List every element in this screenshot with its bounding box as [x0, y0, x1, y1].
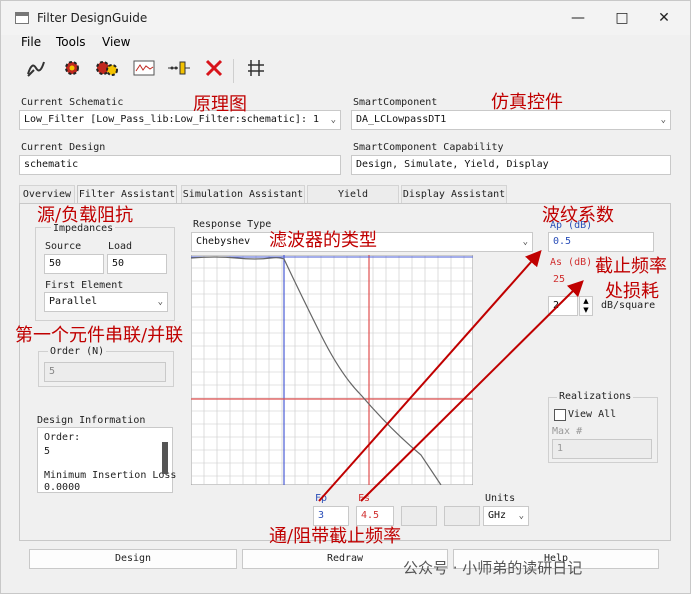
units-value: GHz: [488, 510, 507, 521]
slope-spinner[interactable]: ▲ ▼: [579, 296, 593, 316]
toolbar-separator: [233, 59, 234, 83]
first-element-label: First Element: [45, 280, 124, 291]
as-value[interactable]: 25: [553, 274, 565, 285]
toolbar: [1, 55, 690, 87]
first-element-value: Parallel: [49, 296, 98, 307]
slope-input[interactable]: 2: [548, 296, 578, 316]
layout-icon[interactable]: [243, 57, 269, 83]
tab-display-assistant[interactable]: Display Assistant: [401, 185, 507, 203]
view-all-label: View All: [568, 409, 617, 420]
window-title: Filter DesignGuide: [37, 11, 148, 25]
response-plot-icon[interactable]: [131, 57, 157, 83]
source-input[interactable]: 50: [44, 254, 104, 274]
menu-view[interactable]: View: [102, 35, 130, 49]
response-type-label: Response Type: [193, 219, 272, 230]
design-info-box: Order: 5 Minimum Insertion Loss 0.0000: [37, 427, 177, 493]
max-field: 1: [552, 439, 652, 459]
max-label: Max #: [552, 426, 583, 437]
current-design-label: Current Design: [21, 142, 106, 153]
annotation-filter-type: 滤波器的类型: [269, 230, 377, 251]
as-label: As (dB): [550, 257, 593, 268]
minimize-icon[interactable]: —: [555, 5, 601, 31]
design-info-line: 0.0000: [44, 482, 81, 493]
design-button[interactable]: Design: [29, 549, 237, 569]
response-plot: [191, 255, 473, 485]
units-select[interactable]: GHz ⌄: [483, 506, 529, 526]
annotation-cutoff-loss-2: 处损耗: [605, 281, 659, 302]
response-type-value: Chebyshev: [196, 236, 251, 247]
current-schematic-select[interactable]: Low_Filter [Low_Pass_lib:Low_Filter:sche…: [19, 110, 341, 130]
annotation-cutoff-loss-1: 截止频率: [595, 256, 667, 277]
design-info-line: Minimum Insertion Loss: [44, 470, 177, 481]
design-info-label: Design Information: [37, 415, 146, 426]
menu-tools[interactable]: Tools: [56, 35, 86, 49]
design-info-line: Order:: [44, 432, 81, 443]
current-schematic-label: Current Schematic: [21, 97, 124, 108]
chevron-down-icon: ⌄: [157, 297, 163, 307]
capability-label: SmartComponent Capability: [353, 142, 504, 153]
view-all-checkbox[interactable]: [554, 409, 566, 421]
source-label: Source: [45, 241, 82, 252]
component-icon[interactable]: [166, 57, 192, 83]
annotation-impedance: 源/负载阻抗: [37, 205, 134, 226]
ap-input[interactable]: 0.5: [548, 232, 654, 252]
current-design-field: schematic: [19, 155, 341, 175]
maximize-icon[interactable]: □: [599, 5, 645, 31]
units-label: Units: [485, 493, 516, 504]
extra-freq-field-1: [401, 506, 437, 526]
chevron-down-icon: ⌄: [660, 115, 666, 125]
app-icon: [15, 12, 29, 24]
capability-field: Design, Simulate, Yield, Display: [351, 155, 671, 175]
load-input[interactable]: 50: [107, 254, 167, 274]
annotation-schematic: 原理图: [193, 94, 247, 115]
smartcomponent-label: SmartComponent: [353, 97, 438, 108]
scrollbar-thumb[interactable]: [162, 442, 168, 474]
annotation-simulation-control: 仿真控件: [491, 92, 563, 113]
chevron-down-icon: ⌄: [330, 115, 336, 125]
annotation-band-cutoff: 通/阻带截止频率: [269, 526, 402, 547]
menu-file[interactable]: File: [21, 35, 41, 49]
title-bar: Filter DesignGuide — □ ✕: [1, 1, 690, 35]
smartcomponent-value: DA_LCLowpassDT1: [356, 114, 447, 125]
order-label: Order (N): [48, 346, 107, 357]
design-info-line: 5: [44, 446, 51, 457]
filter-designguide-window: Filter DesignGuide — □ ✕ File Tools View: [0, 0, 691, 594]
filter-tool-icon[interactable]: [23, 57, 49, 83]
load-label: Load: [108, 241, 133, 252]
extra-freq-field-2: [444, 506, 480, 526]
gear-run-icon[interactable]: [59, 57, 85, 83]
realizations-title: Realizations: [557, 391, 634, 402]
chevron-down-icon: ⌄: [522, 237, 528, 247]
order-field: 5: [44, 362, 166, 382]
chevron-down-icon: ⌄: [518, 511, 524, 521]
annotation-series-parallel: 第一个元件串联/并联: [15, 325, 184, 346]
watermark: 公众号 · 小师弟的读研日记: [403, 559, 583, 577]
first-element-select[interactable]: Parallel ⌄: [44, 292, 168, 312]
fs-label: Fs: [358, 493, 371, 504]
gear-simulate-icon[interactable]: [94, 57, 120, 83]
close-icon[interactable]: ✕: [641, 5, 687, 31]
tab-simulation-assistant[interactable]: Simulation Assistant: [181, 185, 305, 203]
delete-icon[interactable]: [201, 57, 227, 83]
tab-yield-assistant[interactable]: Yield Assistant: [307, 185, 399, 218]
annotation-ripple: 波纹系数: [542, 205, 614, 226]
fp-label: Fp: [315, 493, 328, 504]
menu-bar: File Tools View: [1, 35, 690, 53]
current-schematic-value: Low_Filter [Low_Pass_lib:Low_Filter:sche…: [24, 114, 320, 125]
